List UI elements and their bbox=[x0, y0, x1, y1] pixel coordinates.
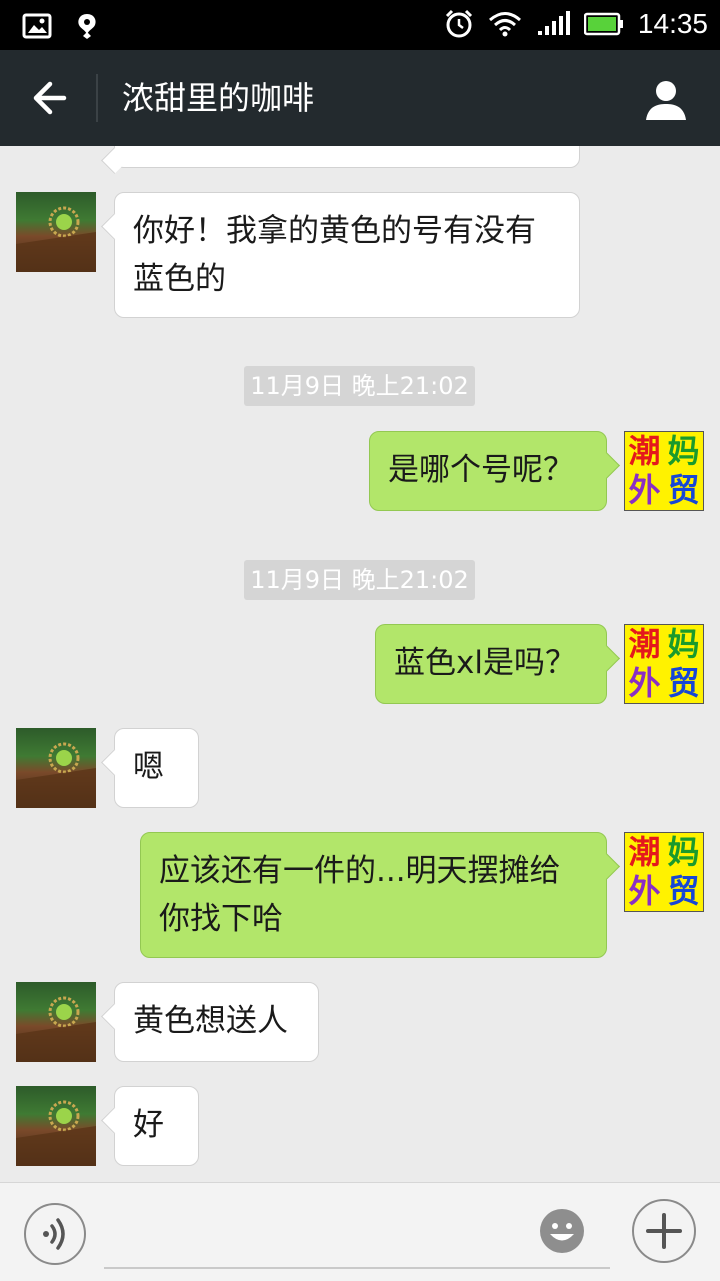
message-bubble[interactable]: 嗯 bbox=[114, 728, 199, 808]
avatar-char: 贸 bbox=[667, 471, 700, 509]
contact-avatar[interactable] bbox=[16, 192, 96, 272]
message-bubble[interactable]: 蓝色xl是吗？ bbox=[375, 624, 607, 704]
message-text: 你好！我拿的黄色的号有没有 bbox=[133, 213, 536, 249]
alarm-icon bbox=[445, 9, 472, 38]
message-text: 你找下哈 bbox=[159, 901, 283, 937]
ring-photo-icon bbox=[16, 996, 96, 1062]
message-timestamp: 11月9日 晚上21:02 bbox=[244, 366, 475, 406]
ring-photo-icon bbox=[16, 1100, 96, 1166]
message-text: 应该还有一件的...明天摆摊给 bbox=[159, 853, 561, 889]
avatar-char: 外 bbox=[628, 664, 661, 702]
my-avatar[interactable]: 潮 妈 外 贸 bbox=[624, 431, 704, 511]
emoji-icon bbox=[540, 1209, 584, 1253]
contact-avatar[interactable] bbox=[16, 982, 96, 1062]
contact-avatar[interactable] bbox=[16, 728, 96, 808]
voice-icon bbox=[43, 1218, 65, 1250]
avatar-char: 妈 bbox=[667, 625, 700, 663]
profile-button[interactable] bbox=[642, 76, 690, 124]
input-bar bbox=[0, 1182, 720, 1281]
message-bubble[interactable]: 是哪个号呢？ bbox=[369, 431, 607, 511]
avatar-char: 贸 bbox=[667, 872, 700, 910]
avatar-char: 外 bbox=[628, 872, 661, 910]
avatar-char: 妈 bbox=[667, 432, 700, 470]
message-input[interactable] bbox=[104, 1197, 610, 1269]
status-bar: 14:35 bbox=[0, 0, 720, 50]
message-bubble[interactable]: 黄色想送人 bbox=[114, 982, 319, 1062]
chat-area[interactable]: 你好！我拿的黄色的号有没有 蓝色的 11月9日 晚上21:02 是哪个号呢？ 潮… bbox=[0, 146, 720, 1182]
more-button[interactable] bbox=[632, 1199, 696, 1263]
message-bubble[interactable]: 应该还有一件的...明天摆摊给 你找下哈 bbox=[140, 832, 607, 958]
avatar-char: 潮 bbox=[628, 625, 661, 663]
emoji-button[interactable] bbox=[538, 1207, 586, 1255]
notification-icon bbox=[78, 14, 96, 39]
avatar-char: 外 bbox=[628, 471, 661, 509]
message-text: 是哪个号呢？ bbox=[388, 452, 574, 488]
status-time: 14:35 bbox=[637, 8, 708, 39]
avatar-char: 潮 bbox=[628, 833, 661, 871]
message-text: 黄色想送人 bbox=[133, 1003, 288, 1039]
profile-icon bbox=[646, 81, 686, 120]
chat-title: 浓甜里的咖啡 bbox=[122, 79, 315, 117]
message-text: 好 bbox=[133, 1107, 164, 1143]
message-bubble[interactable]: 你好！我拿的黄色的号有没有 蓝色的 bbox=[114, 192, 580, 318]
my-avatar[interactable]: 潮 妈 外 贸 bbox=[624, 832, 704, 912]
app-bar: 浓甜里的咖啡 bbox=[0, 50, 720, 146]
message-text: 蓝色的 bbox=[133, 261, 226, 297]
wifi-icon bbox=[488, 12, 521, 37]
back-button[interactable] bbox=[22, 74, 74, 122]
contact-avatar[interactable] bbox=[16, 1086, 96, 1166]
battery-icon bbox=[583, 12, 623, 36]
partial-message-bubble[interactable] bbox=[114, 146, 580, 168]
plus-icon bbox=[646, 1213, 682, 1249]
avatar-char: 贸 bbox=[667, 664, 700, 702]
appbar-divider bbox=[96, 74, 98, 122]
image-icon bbox=[22, 13, 52, 39]
my-avatar[interactable]: 潮 妈 外 贸 bbox=[624, 624, 704, 704]
signal-icon bbox=[537, 11, 570, 35]
avatar-char: 妈 bbox=[667, 833, 700, 871]
avatar-char: 潮 bbox=[628, 432, 661, 470]
back-arrow-icon bbox=[33, 81, 67, 115]
ring-photo-icon bbox=[16, 206, 96, 272]
ring-photo-icon bbox=[16, 742, 96, 808]
message-text: 蓝色xl是吗？ bbox=[394, 645, 576, 681]
message-bubble[interactable]: 好 bbox=[114, 1086, 199, 1166]
message-timestamp: 11月9日 晚上21:02 bbox=[244, 560, 475, 600]
message-text: 嗯 bbox=[133, 749, 164, 785]
voice-button[interactable] bbox=[24, 1203, 86, 1265]
